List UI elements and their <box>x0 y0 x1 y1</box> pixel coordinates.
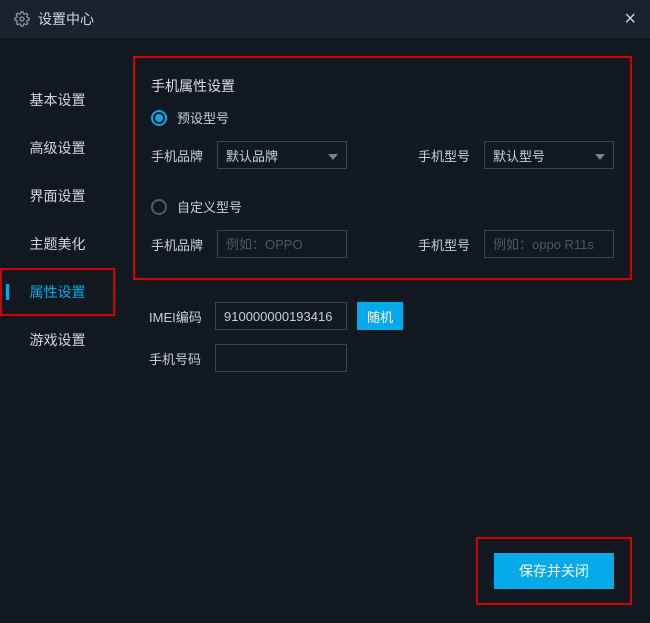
window-title: 设置中心 <box>38 9 94 29</box>
radio-unselected-icon[interactable] <box>151 199 167 215</box>
chevron-down-icon <box>328 148 338 163</box>
save-highlight-box: 保存并关闭 <box>476 537 632 605</box>
custom-radio-label: 自定义型号 <box>177 197 242 216</box>
save-close-button[interactable]: 保存并关闭 <box>494 553 614 589</box>
sidebar-item-interface[interactable]: 界面设置 <box>0 172 115 220</box>
close-icon[interactable]: × <box>624 8 636 31</box>
preset-radio-row[interactable]: 预设型号 <box>151 108 614 127</box>
custom-model-label: 手机型号 <box>418 235 474 254</box>
preset-model-label: 手机型号 <box>418 146 474 165</box>
titlebar: 设置中心 × <box>0 0 650 38</box>
phone-label: 手机号码 <box>149 349 205 368</box>
sidebar-item-advanced[interactable]: 高级设置 <box>0 124 115 172</box>
custom-radio-row[interactable]: 自定义型号 <box>151 197 614 216</box>
sidebar-item-game[interactable]: 游戏设置 <box>0 316 115 364</box>
gear-icon <box>14 11 30 27</box>
custom-brand-input[interactable] <box>217 230 347 258</box>
preset-model-select[interactable]: 默认型号 <box>484 141 614 169</box>
preset-brand-value: 默认品牌 <box>226 146 278 165</box>
section-title: 手机属性设置 <box>151 76 614 96</box>
custom-brand-label: 手机品牌 <box>151 235 207 254</box>
chevron-down-icon <box>595 148 605 163</box>
sidebar-item-properties[interactable]: 属性设置 <box>0 268 115 316</box>
preset-brand-select[interactable]: 默认品牌 <box>217 141 347 169</box>
content-panel: 手机属性设置 预设型号 手机品牌 默认品牌 手机型号 默认型号 <box>115 38 650 623</box>
preset-radio-label: 预设型号 <box>177 108 229 127</box>
preset-model-value: 默认型号 <box>493 146 545 165</box>
sidebar-item-basic[interactable]: 基本设置 <box>0 76 115 124</box>
imei-label: IMEI编码 <box>149 307 205 326</box>
imei-input[interactable] <box>215 302 347 330</box>
sidebar-item-theme[interactable]: 主题美化 <box>0 220 115 268</box>
active-indicator <box>6 284 9 300</box>
radio-selected-icon[interactable] <box>151 110 167 126</box>
sidebar: 基本设置 高级设置 界面设置 主题美化 属性设置 游戏设置 <box>0 38 115 623</box>
phone-properties-box: 手机属性设置 预设型号 手机品牌 默认品牌 手机型号 默认型号 <box>133 56 632 280</box>
random-button[interactable]: 随机 <box>357 302 403 330</box>
preset-brand-label: 手机品牌 <box>151 146 207 165</box>
phone-input[interactable] <box>215 344 347 372</box>
custom-model-input[interactable] <box>484 230 614 258</box>
